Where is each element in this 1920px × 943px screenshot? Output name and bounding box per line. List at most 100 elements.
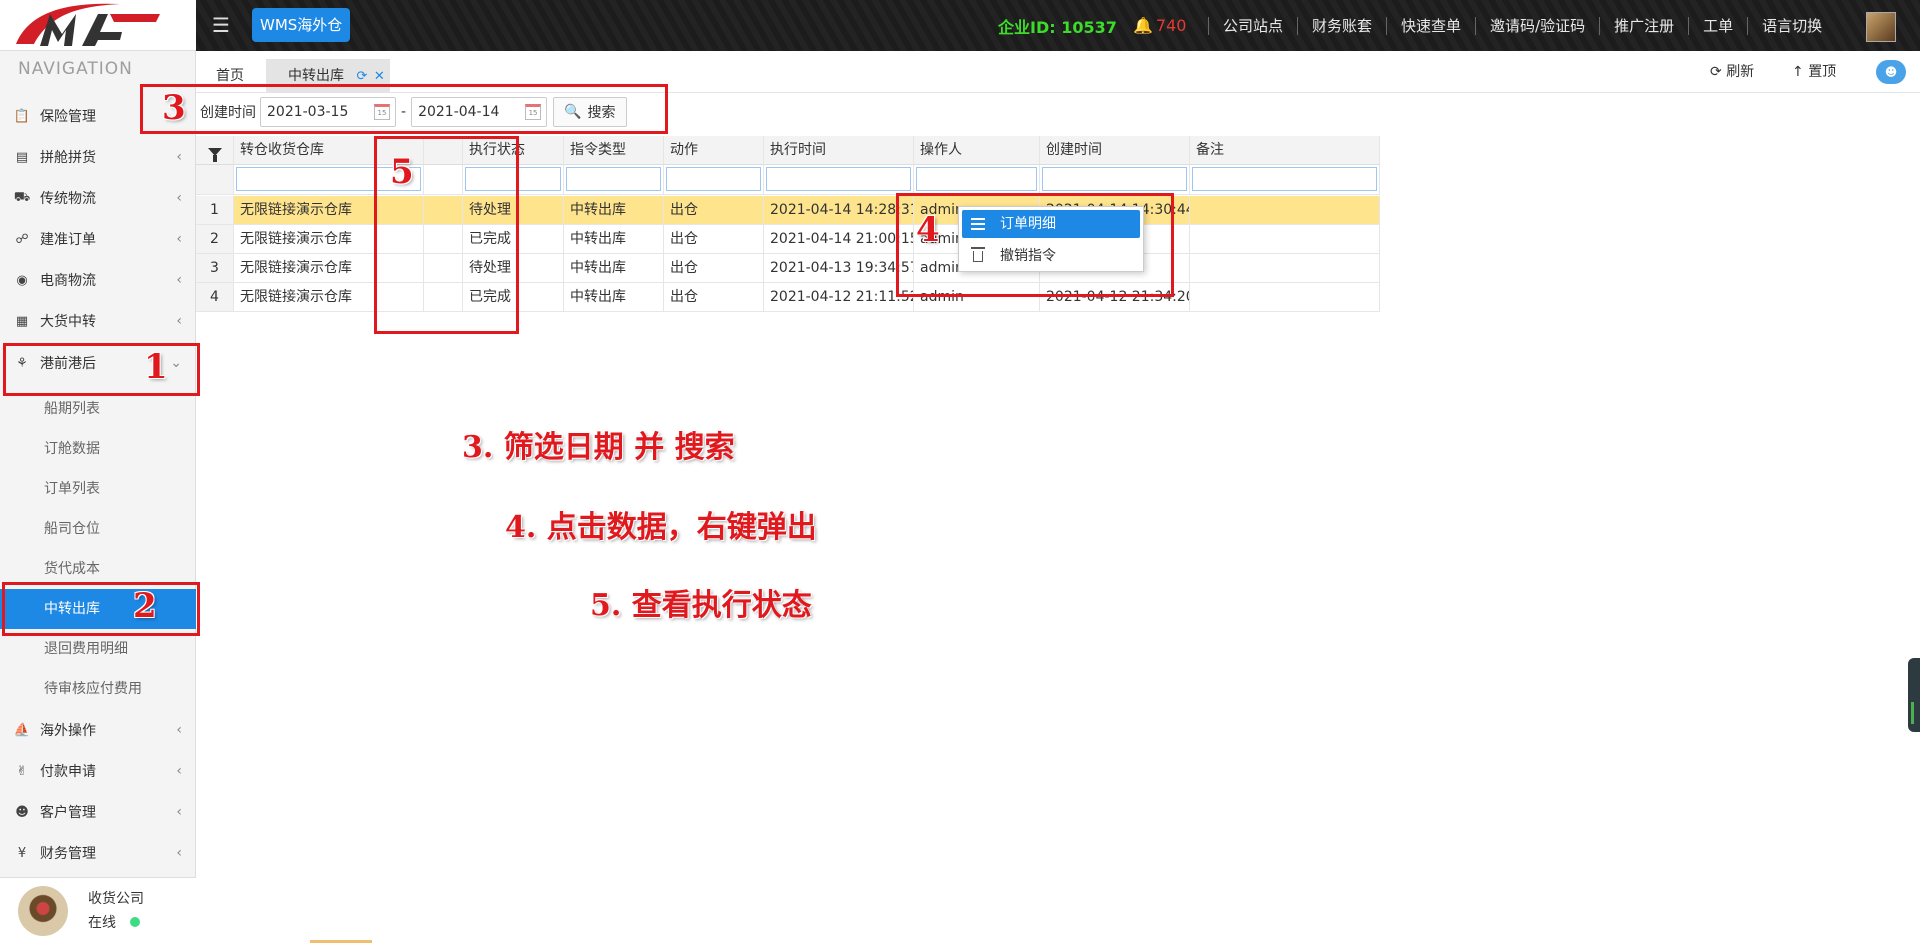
cell-exec-time[interactable]: 2021-04-14 14:28:31	[764, 196, 914, 225]
chevron-left-icon: ‹	[176, 272, 182, 288]
filter-action-cell	[664, 165, 764, 195]
cell-action[interactable]: 出仓	[664, 225, 764, 254]
cell-exec-time[interactable]: 2021-04-13 19:34:57	[764, 254, 914, 283]
filter-toggle[interactable]	[196, 136, 234, 165]
sidebar-sub-carrier-space[interactable]: 船司仓位	[0, 509, 196, 549]
sidebar-item-label: 客户管理	[40, 805, 96, 821]
sidebar-item-consolidation[interactable]: ▤ 拼舱拼货 ‹	[0, 137, 196, 177]
refresh-icon[interactable]: ⟳	[356, 69, 367, 84]
refresh-icon: ⟳	[1710, 64, 1722, 80]
wms-module-button[interactable]: WMS海外仓	[252, 8, 351, 42]
user-avatar[interactable]	[1866, 12, 1896, 42]
top-bar: ☰ WMS海外仓 企业ID: 10537 🔔 740 公司站点 财务账套 快速查…	[0, 0, 1920, 51]
arrow-up-icon: ↑	[1792, 64, 1804, 80]
cell-note[interactable]	[1190, 225, 1380, 254]
cell-type[interactable]: 中转出库	[564, 283, 664, 312]
cell-exec-time[interactable]: 2021-04-12 21:11:52	[764, 283, 914, 312]
col-header-created[interactable]: 创建时间	[1040, 136, 1190, 165]
cell-note[interactable]	[1190, 196, 1380, 225]
grid-icon: ▦	[15, 313, 29, 329]
sidebar-item-bulk-transfer[interactable]: ▦ 大货中转 ‹	[0, 301, 196, 341]
col-header-exec-time[interactable]: 执行时间	[764, 136, 914, 165]
pin-top-button[interactable]: ↑ 置顶	[1792, 51, 1836, 93]
cell-exec-time[interactable]: 2021-04-14 21:00:15	[764, 225, 914, 254]
sidebar-sub-booking[interactable]: 订舱数据	[0, 429, 196, 469]
sidebar-item-label: 建准订单	[40, 232, 96, 248]
row-number: 4	[196, 283, 234, 312]
sidebar-item-ecommerce[interactable]: ◉ 电商物流 ‹	[0, 260, 196, 300]
close-icon[interactable]: ✕	[374, 69, 385, 84]
top-nav-work-order[interactable]: 工单	[1688, 16, 1747, 35]
filter-row-spacer	[196, 165, 234, 195]
user-status-label: 在线	[88, 915, 116, 931]
link-icon: ☍	[15, 231, 29, 247]
menu-toggle-icon[interactable]: ☰	[207, 10, 235, 40]
filter-action-input[interactable]	[666, 167, 761, 191]
sidebar-item-label: 拼舱拼货	[40, 150, 96, 166]
chevron-left-icon: ‹	[176, 231, 182, 247]
bell-icon: 🔔	[1133, 16, 1153, 35]
row-number: 1	[196, 196, 234, 225]
filter-operator-input[interactable]	[916, 167, 1037, 191]
sidebar-sub-order-list[interactable]: 订单列表	[0, 469, 196, 509]
top-nav-promo-register[interactable]: 推广注册	[1599, 16, 1688, 35]
cell-type[interactable]: 中转出库	[564, 225, 664, 254]
sidebar-item-label: 大货中转	[40, 314, 96, 330]
filter-note-input[interactable]	[1192, 167, 1377, 191]
sidebar-item-customers[interactable]: ☻ 客户管理 ‹	[0, 792, 196, 832]
top-nav-finance-ledger[interactable]: 财务账套	[1297, 16, 1386, 35]
alert-count: 740	[1155, 16, 1187, 35]
cell-note[interactable]	[1190, 283, 1380, 312]
sidebar-item-label: 海外操作	[40, 723, 96, 739]
refresh-button[interactable]: ⟳ 刷新	[1710, 51, 1754, 93]
sidebar-item-label: 付款申请	[40, 764, 96, 780]
top-nav-quick-lookup[interactable]: 快速查单	[1386, 16, 1475, 35]
sidebar-item-label: 财务管理	[40, 846, 96, 862]
col-header-operator[interactable]: 操作人	[914, 136, 1040, 165]
refresh-label: 刷新	[1726, 64, 1755, 80]
annotation-box-1	[3, 343, 200, 396]
online-dot-icon	[130, 917, 140, 927]
chevron-left-icon: ‹	[176, 722, 182, 738]
handshake-icon: ✌	[16, 763, 28, 779]
top-nav-company-site[interactable]: 公司站点	[1208, 16, 1297, 35]
avatar[interactable]	[18, 886, 68, 936]
annotation-number-4: 4	[916, 210, 940, 250]
top-nav: 公司站点 财务账套 快速查单 邀请码/验证码 推广注册 工单 语言切换	[1208, 0, 1836, 51]
chatbot-icon[interactable]: ☻	[1876, 60, 1906, 84]
alert-indicator[interactable]: 🔔 740	[1133, 0, 1186, 51]
user-status: 在线	[88, 912, 140, 932]
annotation-text-4: 4. 点击数据，右键弹出	[505, 510, 817, 545]
cell-action[interactable]: 出仓	[664, 283, 764, 312]
sidebar-item-finance[interactable]: ¥ 财务管理 ‹	[0, 833, 196, 873]
cell-action[interactable]: 出仓	[664, 196, 764, 225]
annotation-box-3	[140, 84, 668, 134]
top-nav-invite-code[interactable]: 邀请码/验证码	[1475, 16, 1599, 35]
col-header-type[interactable]: 指令类型	[564, 136, 664, 165]
sidebar-item-orders[interactable]: ☍ 建准订单 ‹	[0, 219, 196, 259]
sidebar-sub-pending-payable[interactable]: 待审核应付费用	[0, 669, 196, 709]
sidebar-item-overseas[interactable]: ⛵ 海外操作 ‹	[0, 710, 196, 750]
col-header-note[interactable]: 备注	[1190, 136, 1380, 165]
chevron-left-icon: ‹	[176, 845, 182, 861]
sidebar: NAVIGATION 📋 保险管理 ▤ 拼舱拼货 ‹ ⛟ 传统物流 ‹ ☍ 建准…	[0, 51, 196, 943]
sidebar-item-label: 电商物流	[40, 273, 96, 289]
side-float-widget[interactable]	[1908, 658, 1920, 732]
cell-type[interactable]: 中转出库	[564, 196, 664, 225]
row-number: 2	[196, 225, 234, 254]
col-header-action[interactable]: 动作	[664, 136, 764, 165]
user-name: 收货公司	[88, 891, 144, 907]
filter-exec-time-input[interactable]	[766, 167, 911, 191]
cell-type[interactable]: 中转出库	[564, 254, 664, 283]
filter-created-input[interactable]	[1042, 167, 1187, 191]
cell-note[interactable]	[1190, 254, 1380, 283]
cell-action[interactable]: 出仓	[664, 254, 764, 283]
chevron-left-icon: ‹	[176, 149, 182, 165]
chevron-left-icon: ‹	[176, 313, 182, 329]
sidebar-item-payment-request[interactable]: ✌ 付款申请 ‹	[0, 751, 196, 791]
filter-type-input[interactable]	[566, 167, 661, 191]
annotation-number-3: 3	[162, 88, 186, 128]
ship-icon: ⛵	[13, 722, 31, 738]
top-nav-language[interactable]: 语言切换	[1747, 16, 1836, 35]
sidebar-item-traditional-logistics[interactable]: ⛟ 传统物流 ‹	[0, 178, 196, 218]
